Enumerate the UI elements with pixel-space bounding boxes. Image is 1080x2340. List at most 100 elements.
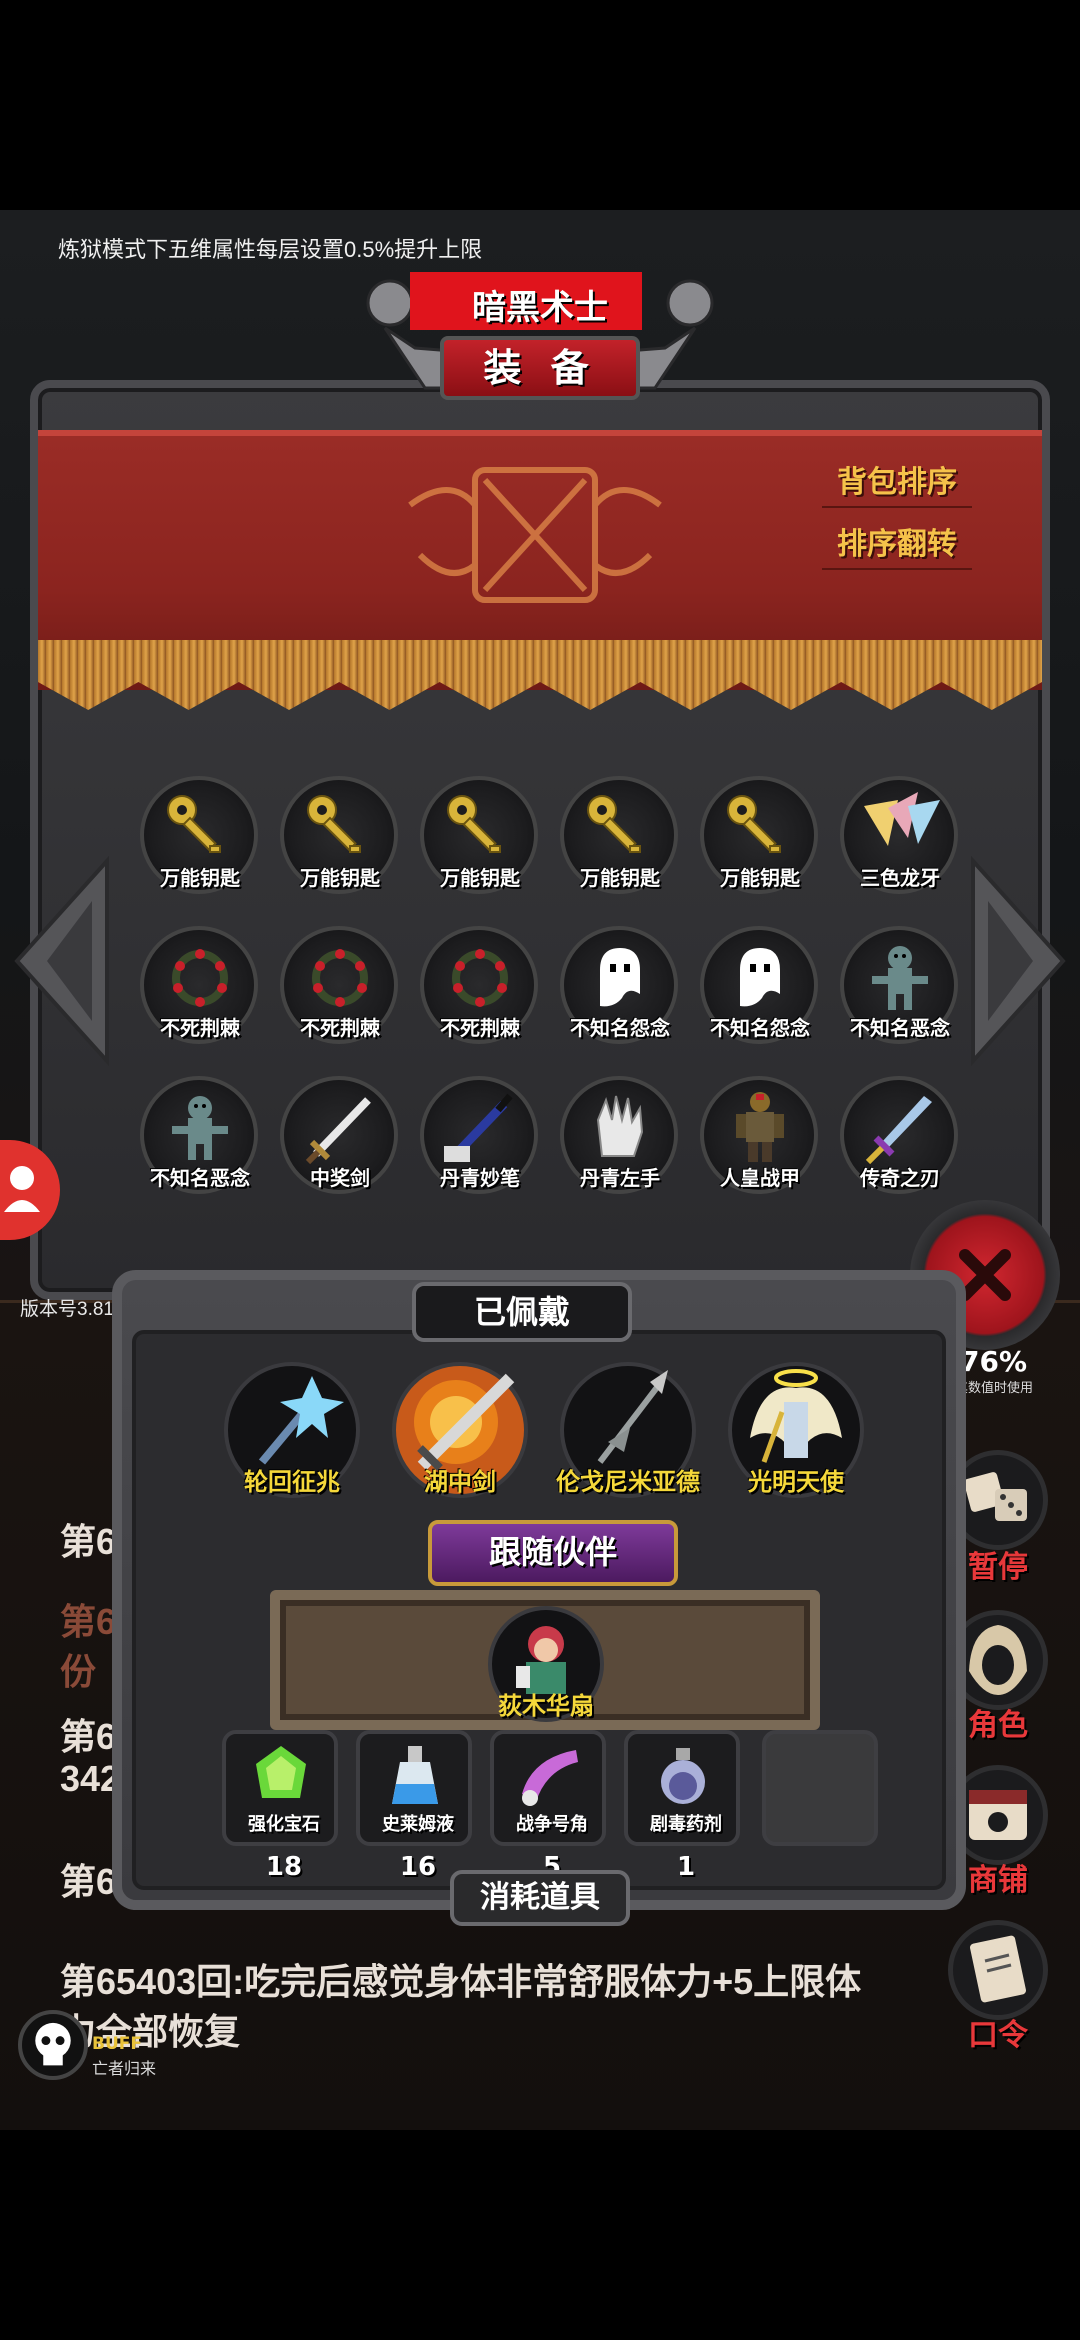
worn-slot-label: 光明天使 (748, 1468, 844, 1496)
thorn-wreath-icon (312, 949, 368, 1007)
inventory-slot[interactable]: 不死荆棘 (420, 926, 540, 1046)
inventory-slot-label: 人皇战甲 (720, 1168, 800, 1190)
next-page-arrow-icon[interactable] (968, 856, 1068, 1066)
dice-icon (964, 1472, 1027, 1521)
thorn-wreath-icon (172, 949, 228, 1007)
ghoul-icon (872, 946, 928, 1010)
stat-note: 其数值时使用 (955, 1381, 1034, 1396)
inventory-slot[interactable]: 人皇战甲 (700, 1076, 820, 1196)
consumable-slot[interactable]: 强化宝石 18 (222, 1730, 338, 1882)
worn-header: 已佩戴 (412, 1282, 632, 1342)
panel-title: 装 备 (440, 336, 640, 400)
consumable-slot[interactable]: 剧毒药剂 1 (624, 1730, 740, 1882)
log-line: 份 (60, 1651, 97, 1692)
version-label: 版本号3.81 (20, 1299, 114, 1320)
consumables-header: 消耗道具 (450, 1870, 630, 1926)
inventory-slot[interactable]: 不知名恶念 (140, 1076, 260, 1196)
key-icon (167, 795, 221, 853)
worn-slot[interactable]: 伦戈尼米亚德 (556, 1362, 700, 1498)
inventory-slot-label: 中奖剑 (310, 1168, 370, 1190)
consumable-label: 强化宝石 (248, 1814, 320, 1835)
buff-icon[interactable] (18, 2010, 88, 2080)
worn-slot-label: 轮回征兆 (244, 1468, 340, 1496)
inventory-slot[interactable]: 不知名怨念 (700, 926, 820, 1046)
buff-title: BUFF (92, 2034, 142, 2054)
inventory-slot-label: 不知名怨念 (710, 1018, 810, 1040)
shop-icon (969, 1790, 1027, 1840)
inventory-slot-label: 万能钥匙 (300, 868, 380, 890)
inventory-slot[interactable]: 不知名恶念 (840, 926, 960, 1046)
user-icon (4, 1166, 40, 1212)
inventory-slot-label: 不知名恶念 (150, 1168, 250, 1190)
worn-slot-label: 伦戈尼米亚德 (556, 1468, 700, 1496)
account-button[interactable] (0, 1140, 60, 1240)
inventory-slot-label: 不死荆棘 (440, 1018, 520, 1040)
log-line: 第6 (60, 1521, 117, 1562)
thorn-wreath-icon (452, 949, 508, 1007)
inventory-slot[interactable]: 万能钥匙 (140, 776, 260, 896)
ghost-icon (600, 948, 640, 1007)
worn-slot[interactable]: 湖中剑 (392, 1362, 528, 1498)
inventory-slot-label: 丹青妙笔 (440, 1168, 520, 1190)
hood-icon (969, 1625, 1027, 1695)
consumable-label: 史莱姆液 (382, 1814, 454, 1835)
password-button[interactable] (948, 1920, 1048, 2020)
companion-name: 荻木华扇 (498, 1692, 594, 1720)
inventory-slot-label: 丹青左手 (580, 1168, 660, 1190)
ghost-icon (740, 948, 780, 1007)
inventory-slot[interactable]: 万能钥匙 (420, 776, 540, 896)
dragon-fang-icon (864, 792, 940, 846)
key-icon (727, 795, 781, 853)
worn-slot-label: 湖中剑 (424, 1468, 496, 1496)
ghoul-icon (172, 1096, 228, 1160)
gem-icon (256, 1746, 306, 1798)
inventory-slot-label: 不死荆棘 (160, 1018, 240, 1040)
glove-icon (596, 1095, 644, 1157)
inventory-slot[interactable]: 不知名怨念 (560, 926, 680, 1046)
inventory-slot-label: 不知名恶念 (850, 1018, 950, 1040)
consumable-slot[interactable]: 战争号角 5 (490, 1730, 606, 1882)
horn-icon (522, 1750, 578, 1806)
inventory-slot[interactable]: 万能钥匙 (280, 776, 400, 896)
sword-icon (305, 1097, 371, 1165)
inventory-slot-label: 不知名怨念 (570, 1018, 670, 1040)
worn-slot[interactable]: 光明天使 (728, 1362, 864, 1498)
inventory-slot[interactable]: 丹青左手 (560, 1076, 680, 1196)
inventory-slot-label: 万能钥匙 (580, 868, 660, 890)
consumable-slot[interactable]: 史莱姆液 16 (356, 1730, 472, 1882)
inventory-slot[interactable]: 中奖剑 (280, 1076, 400, 1196)
brush-icon (444, 1093, 513, 1162)
inventory-slot[interactable]: 三色龙牙 (840, 776, 960, 896)
inventory-slot[interactable]: 传奇之刃 (840, 1076, 960, 1196)
skull-icon (35, 2022, 71, 2066)
consumable-label: 战争号角 (516, 1814, 588, 1835)
consumable-slot-empty[interactable] (762, 1730, 878, 1846)
inventory-slot-label: 万能钥匙 (440, 868, 520, 890)
mode-hint: 炼狱模式下五维属性每层设置0.5%提升上限 (58, 237, 483, 262)
companion-header: 跟随伙伴 (428, 1520, 678, 1586)
inventory-slot[interactable]: 不死荆棘 (280, 926, 400, 1046)
log-line: 第65403回:吃完后感觉身体非常舒服体力+5上限体 (60, 1961, 862, 2002)
side-menu-label: 口令 (968, 2019, 1028, 2052)
inventory-slot-label: 万能钥匙 (720, 868, 800, 890)
book-icon (970, 1935, 1026, 2003)
inventory-slot[interactable]: 丹青妙笔 (420, 1076, 540, 1196)
consumable-count: 18 (265, 1852, 303, 1882)
inventory-slot[interactable]: 不死荆棘 (140, 926, 260, 1046)
armor-icon (736, 1092, 784, 1162)
poison-icon (661, 1748, 705, 1804)
sort-bag-button[interactable]: 背包排序 (822, 458, 972, 508)
stat-percent: 76% (960, 1345, 1028, 1378)
slime-potion-icon (392, 1746, 438, 1804)
worn-slot[interactable]: 轮回征兆 (224, 1362, 360, 1498)
buff-subtitle: 亡者归来 (92, 2059, 157, 2078)
inventory-slot[interactable]: 万能钥匙 (700, 776, 820, 896)
class-name: 暗黑术士 (472, 288, 608, 328)
consumable-label: 剧毒药剂 (650, 1814, 722, 1835)
inventory-slot-label: 万能钥匙 (160, 868, 240, 890)
consumable-count: 1 (676, 1852, 696, 1882)
inventory-slot-label: 不死荆棘 (300, 1018, 380, 1040)
reverse-sort-button[interactable]: 排序翻转 (822, 520, 972, 570)
prev-page-arrow-icon[interactable] (12, 856, 112, 1066)
inventory-slot[interactable]: 万能钥匙 (560, 776, 680, 896)
